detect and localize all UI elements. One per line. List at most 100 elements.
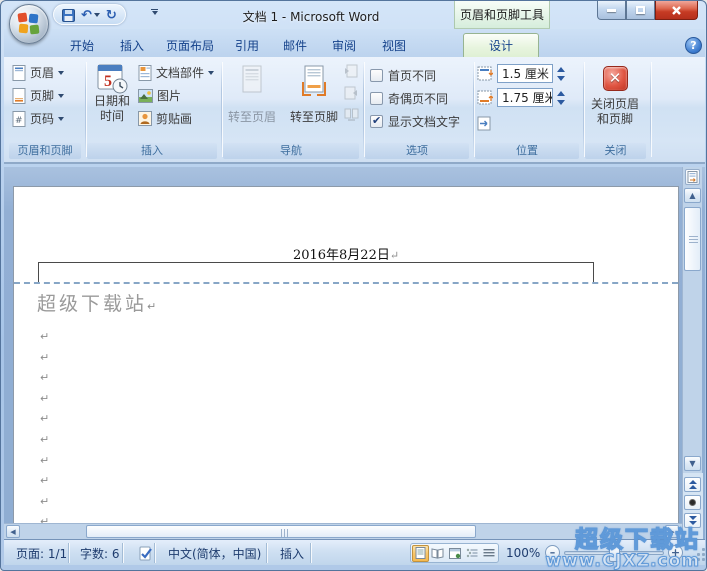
- fullscreen-reading-view-button[interactable]: [429, 545, 446, 562]
- next-section-button[interactable]: [344, 86, 359, 100]
- ruler-toggle-button[interactable]: [685, 169, 700, 185]
- go-to-footer-button[interactable]: 转至页脚: [284, 64, 344, 125]
- undo-icon: ↶: [81, 9, 92, 22]
- tab-review[interactable]: 审阅: [319, 33, 369, 57]
- spin-down-icon[interactable]: [557, 100, 565, 105]
- scroll-left-button[interactable]: ◀: [6, 525, 20, 538]
- header-from-top-input[interactable]: [497, 64, 553, 83]
- empty-paragraphs[interactable]: ↵↵↵↵↵↵↵↵↵↵: [40, 327, 49, 533]
- tab-view[interactable]: 视图: [369, 33, 419, 57]
- word-count[interactable]: 字数: 6: [70, 540, 130, 566]
- header-boundary-line: [38, 262, 594, 263]
- resize-grip[interactable]: [692, 548, 706, 562]
- scroll-up-button[interactable]: ▲: [684, 188, 701, 203]
- scroll-down-button[interactable]: ▼: [684, 456, 701, 471]
- horizontal-scroll-thumb[interactable]: [86, 525, 476, 538]
- page-indicator[interactable]: 页面: 1/1: [6, 540, 77, 566]
- quick-parts-button[interactable]: 文档部件: [136, 63, 216, 82]
- title-bar: ↶ ↻ 文档 1 - Microsoft Word 页眉和页脚工具: [1, 1, 707, 29]
- different-first-page-option[interactable]: 首页不同: [370, 67, 436, 84]
- undo-button[interactable]: ↶: [81, 9, 100, 22]
- web-layout-icon: [449, 548, 461, 559]
- close-header-footer-button[interactable]: ✕ 关闭页眉 和页脚: [585, 66, 645, 127]
- outline-icon: [466, 548, 478, 558]
- tab-page-layout[interactable]: 页面布局: [157, 33, 223, 57]
- header-area-separator: [14, 282, 678, 284]
- previous-page-button[interactable]: [684, 477, 701, 492]
- tab-insert[interactable]: 插入: [107, 33, 157, 57]
- vertical-scrollbar[interactable]: ▲ ▼: [682, 167, 702, 539]
- footer-dropdown-icon: [58, 94, 64, 98]
- tab-mailings[interactable]: 邮件: [271, 33, 319, 57]
- document-page[interactable]: 2016年8月22日↵ 超级下载站↵ ↵↵↵↵↵↵↵↵↵↵: [13, 186, 679, 524]
- outline-view-button[interactable]: [463, 545, 480, 562]
- minimize-button[interactable]: [597, 1, 626, 20]
- tab-references[interactable]: 引用: [223, 33, 271, 57]
- proofing-check-icon: [138, 546, 154, 561]
- view-switcher: [410, 543, 499, 563]
- group-position: 位置: [472, 58, 582, 161]
- print-layout-view-button[interactable]: [412, 545, 429, 562]
- paragraph-mark: ↵: [40, 492, 49, 513]
- previous-section-button[interactable]: [344, 64, 359, 78]
- insert-alignment-tab-button[interactable]: [477, 116, 492, 131]
- document-viewport: 2016年8月22日↵ 超级下载站↵ ↵↵↵↵↵↵↵↵↵↵ ▲ ▼: [4, 167, 705, 539]
- draft-icon: [483, 548, 495, 558]
- select-browse-object-button[interactable]: [684, 495, 701, 510]
- language-indicator[interactable]: 中文(简体，中国): [158, 540, 271, 566]
- zoom-slider-handle[interactable]: [609, 545, 620, 562]
- next-page-button[interactable]: [684, 513, 701, 528]
- next-section-icon: [344, 86, 358, 100]
- group-label: 导航: [223, 143, 359, 159]
- footer-from-bottom-input[interactable]: [497, 88, 553, 107]
- group-label: 页眉和页脚: [9, 143, 81, 159]
- quick-parts-dropdown-icon: [208, 71, 214, 75]
- quick-parts-icon: [138, 65, 152, 81]
- zoom-slider[interactable]: [564, 551, 664, 555]
- print-layout-icon: [415, 547, 426, 559]
- scroll-right-button[interactable]: ▶: [665, 525, 679, 538]
- zoom-in-button[interactable]: +: [668, 545, 683, 560]
- group-close: ✕ 关闭页眉 和页脚 关闭: [582, 58, 649, 161]
- checkbox-icon[interactable]: [370, 92, 383, 105]
- draft-view-button[interactable]: [480, 545, 497, 562]
- document-body-title[interactable]: 超级下载站↵: [37, 289, 156, 316]
- ruler-toggle-icon: [687, 171, 698, 183]
- contextual-tools-title: 页眉和页脚工具: [454, 1, 550, 29]
- different-odd-even-option[interactable]: 奇偶页不同: [370, 90, 448, 107]
- paragraph-mark: ↵: [40, 348, 49, 369]
- help-icon[interactable]: ?: [685, 37, 702, 54]
- horizontal-scrollbar[interactable]: ◀ ▶: [4, 523, 682, 539]
- header-date-text[interactable]: 2016年8月22日↵: [14, 244, 678, 263]
- page-number-icon: #: [12, 111, 26, 127]
- page-number-button[interactable]: # 页码: [10, 109, 66, 128]
- customize-qat-button[interactable]: [151, 9, 158, 15]
- close-button[interactable]: [655, 1, 698, 20]
- tab-home[interactable]: 开始: [57, 33, 107, 57]
- picture-button[interactable]: 图片: [136, 86, 183, 105]
- spin-up-icon[interactable]: [557, 67, 565, 72]
- date-time-button[interactable]: 5 日期和 时间: [90, 62, 134, 124]
- web-layout-view-button[interactable]: [446, 545, 463, 562]
- insert-mode-indicator[interactable]: 插入: [270, 540, 314, 566]
- spin-up-icon[interactable]: [557, 91, 565, 96]
- tab-design-selected[interactable]: 设计: [463, 33, 539, 57]
- checkbox-icon[interactable]: [370, 115, 383, 128]
- clip-art-icon: [138, 111, 152, 126]
- spin-down-icon[interactable]: [557, 76, 565, 81]
- save-icon[interactable]: [62, 9, 75, 22]
- clip-art-button[interactable]: 剪贴画: [136, 109, 194, 128]
- go-to-footer-icon: [301, 64, 327, 96]
- office-button[interactable]: [9, 4, 49, 44]
- go-to-header-button[interactable]: 转至页眉: [222, 64, 282, 125]
- show-document-text-option[interactable]: 显示文档文字: [370, 113, 460, 130]
- vertical-scroll-thumb[interactable]: [684, 207, 701, 271]
- link-to-previous-button[interactable]: [344, 108, 359, 121]
- checkbox-icon[interactable]: [370, 69, 383, 82]
- zoom-level[interactable]: 100%: [506, 540, 540, 566]
- zoom-out-button[interactable]: –: [545, 545, 560, 560]
- footer-button[interactable]: 页脚: [10, 86, 66, 105]
- restore-button[interactable]: [626, 1, 655, 20]
- redo-icon[interactable]: ↻: [106, 9, 117, 22]
- header-button[interactable]: 页眉: [10, 63, 66, 82]
